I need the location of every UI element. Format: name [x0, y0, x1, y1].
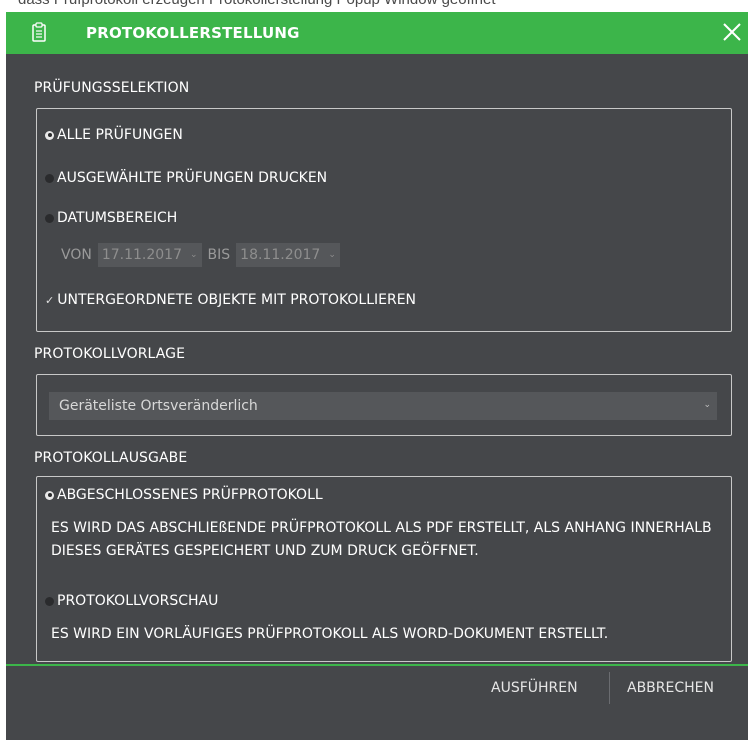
section-label-protokollvorlage: PROTOKOLLVORLAGE — [34, 346, 186, 362]
option-description: ES WIRD EIN VORLÄUFIGES PRÜFPROTOKOLL AL… — [51, 626, 609, 642]
checkbox-untergeordnete-objekte[interactable]: ✓ UNTERGEORDNETE OBJEKTE MIT PROTOKOLLIE… — [45, 292, 416, 308]
radio-label: PROTOKOLLVORSCHAU — [57, 593, 219, 609]
radio-unselected-icon — [45, 173, 54, 183]
option-description: ES WIRD DAS ABSCHLIEßENDE PRÜFPROTOKOLL … — [51, 520, 712, 559]
template-select[interactable]: Geräteliste Ortsveränderlich ⌄ — [49, 392, 717, 420]
clipboard-icon — [32, 22, 46, 46]
section-label-protokollausgabe: PROTOKOLLAUSGABE — [34, 450, 188, 466]
radio-ausgewaehlte-pruefungen[interactable]: AUSGEWÄHLTE PRÜFUNGEN DRUCKEN — [45, 170, 327, 186]
close-icon[interactable] — [718, 18, 748, 48]
radio-protokollvorschau[interactable]: PROTOKOLLVORSCHAU — [45, 593, 218, 609]
background-caption-text: dass Prüfprotokoll erzeugen Protokollers… — [18, 0, 496, 8]
run-button[interactable]: AUSFÜHREN — [491, 680, 578, 696]
protokollvorlage-box: Geräteliste Ortsveränderlich ⌄ — [36, 374, 732, 436]
checkmark-icon: ✓ — [45, 293, 55, 307]
date-from-label: VON — [61, 247, 92, 263]
date-to-value: 18.11.2017 — [240, 247, 321, 263]
date-to-label: BIS — [207, 247, 231, 263]
cancel-button[interactable]: ABBRECHEN — [627, 680, 714, 696]
chevron-down-icon: ⌄ — [328, 250, 336, 260]
chevron-down-icon: ⌄ — [190, 250, 198, 260]
radio-abgeschlossenes-pruefprotokoll[interactable]: ABGESCHLOSSENES PRÜFPROTOKOLL — [45, 487, 323, 503]
footer-divider — [6, 664, 748, 666]
date-from-value: 17.11.2017 — [101, 247, 182, 263]
date-to-field[interactable]: 18.11.2017 ⌄ — [236, 243, 340, 267]
radio-alle-pruefungen[interactable]: ALLE PRÜFUNGEN — [45, 127, 183, 143]
dialog-title: PROTOKOLLERSTELLUNG — [86, 24, 300, 42]
date-from-field[interactable]: 17.11.2017 ⌄ — [97, 243, 202, 267]
radio-label: ALLE PRÜFUNGEN — [57, 127, 183, 143]
section-label-pruefungsselektion: PRÜFUNGSSELEKTION — [34, 80, 190, 96]
title-bar: PROTOKOLLERSTELLUNG — [6, 12, 748, 54]
radio-label: ABGESCHLOSSENES PRÜFPROTOKOLL — [57, 487, 323, 503]
radio-selected-icon — [45, 490, 54, 500]
radio-label: AUSGEWÄHLTE PRÜFUNGEN DRUCKEN — [57, 170, 328, 186]
date-range-row: VON 17.11.2017 ⌄ BIS 18.11.2017 ⌄ — [61, 243, 346, 267]
footer-separator — [609, 672, 610, 704]
radio-selected-icon — [45, 130, 54, 140]
pruefungsselektion-box: ALLE PRÜFUNGEN AUSGEWÄHLTE PRÜFUNGEN DRU… — [36, 108, 732, 332]
chevron-down-icon: ⌄ — [703, 400, 711, 410]
checkbox-label: UNTERGEORDNETE OBJEKTE MIT PROTOKOLLIERE… — [57, 292, 417, 308]
protokollausgabe-box: ABGESCHLOSSENES PRÜFPROTOKOLL ES WIRD DA… — [36, 476, 732, 662]
radio-label: DATUMSBEREICH — [57, 210, 178, 226]
radio-datumsbereich[interactable]: DATUMSBEREICH — [45, 210, 177, 226]
protocol-dialog: PROTOKOLLERSTELLUNG PRÜFUNGSSELEKTION AL… — [6, 12, 748, 740]
radio-unselected-icon — [45, 596, 54, 606]
template-select-value: Geräteliste Ortsveränderlich — [59, 398, 258, 414]
radio-unselected-icon — [45, 213, 54, 223]
